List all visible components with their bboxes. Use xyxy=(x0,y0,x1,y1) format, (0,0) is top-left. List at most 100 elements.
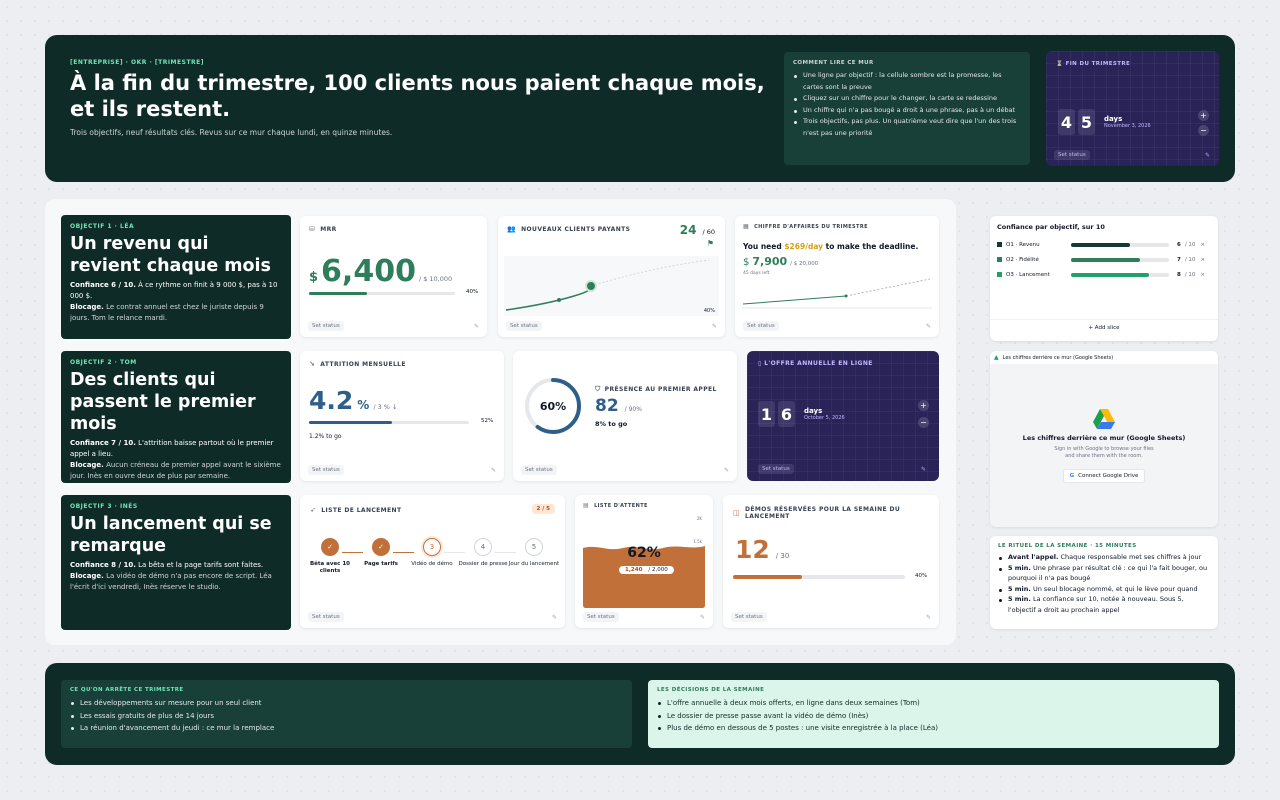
confidence-bar xyxy=(1071,257,1169,262)
countdown-plus-button[interactable]: + xyxy=(1198,110,1209,121)
set-status-button[interactable]: Set status xyxy=(758,464,794,474)
edit-icon[interactable]: ✎ xyxy=(474,323,479,330)
objective-card-3[interactable]: OBJECTIF 3 · INÈS Un lancement qui se re… xyxy=(61,495,291,630)
demos-label: DÉMOS RÉSERVÉES POUR LA SEMAINE DU LANCE… xyxy=(745,506,901,520)
set-status-button[interactable]: Set status xyxy=(731,612,767,622)
waitlist-value[interactable]: 1,240 xyxy=(625,567,642,573)
quarter-revenue-value[interactable]: 7,900 xyxy=(752,255,787,268)
set-status-button[interactable]: Set status xyxy=(521,465,557,475)
first-call-target: / 90% xyxy=(624,406,642,413)
edit-icon[interactable]: ✎ xyxy=(926,614,931,621)
rocket-icon: ➶ xyxy=(310,506,317,514)
ritual-item: 5 min. Un seul blocage nommé, et qui le … xyxy=(998,584,1210,595)
confidence-row[interactable]: O1 · Revenu 6 / 10 × xyxy=(997,237,1211,252)
howto-item: Cliquez sur un chiffre pour le changer, … xyxy=(793,93,1021,105)
deadline-message: You need $269/day to make the deadline. xyxy=(743,242,919,251)
confidence-row[interactable]: O3 · Lancement 8 / 10 × xyxy=(997,267,1211,282)
objective-confidence: Confiance 7 / 10. L'attrition baisse par… xyxy=(70,439,274,458)
set-status-button[interactable]: Set status xyxy=(743,321,779,331)
remove-icon[interactable]: × xyxy=(1200,257,1205,263)
first-call-value[interactable]: 82 xyxy=(595,396,619,416)
confidence-value[interactable]: 6 xyxy=(1177,242,1181,248)
set-status-button[interactable]: Set status xyxy=(308,321,344,331)
mrr-target: / $ 10,000 xyxy=(418,275,453,283)
mrr-percent: 40% xyxy=(466,289,479,295)
edit-icon[interactable]: ✎ xyxy=(1205,152,1210,159)
objective-card-2[interactable]: OBJECTIF 2 · TOM Des clients qui passent… xyxy=(61,351,291,483)
data-point xyxy=(557,298,561,302)
header-band: [ENTREPRISE] · OKR · [TRIMESTRE] À la fi… xyxy=(45,35,1235,182)
quarter-revenue-card: ▦ CHIFFRE D'AFFAIRES DU TRIMESTRE You nee… xyxy=(735,216,939,337)
edit-icon[interactable]: ✎ xyxy=(712,323,717,330)
set-status-button[interactable]: Set status xyxy=(1054,150,1090,160)
edit-icon[interactable]: ✎ xyxy=(921,466,926,473)
objective-confidence: Confiance 6 / 10. À ce rythme on finit à… xyxy=(70,281,278,300)
demos-percent: 40% xyxy=(915,573,928,579)
first-call-to-go: 8% to go xyxy=(595,420,628,428)
set-status-button[interactable]: Set status xyxy=(583,612,619,622)
add-slice-button[interactable]: + Add slice xyxy=(990,325,1218,331)
breadcrumb: [ENTREPRISE] · OKR · [TRIMESTRE] xyxy=(70,59,205,66)
confidence-max: / 10 xyxy=(1184,271,1196,278)
confidence-value[interactable]: 8 xyxy=(1177,272,1181,278)
attrition-value[interactable]: 4.2 xyxy=(309,386,353,415)
countdown-plus-button[interactable]: + xyxy=(918,400,929,411)
projection-line xyxy=(845,278,931,297)
objective-tag: OBJECTIF 2 · TOM xyxy=(70,359,137,366)
series-swatch xyxy=(997,242,1002,247)
launch-step[interactable]: 5 Jour du lancement xyxy=(504,538,564,568)
ritual-item: 5 min. La confiance sur 10, notée à nouv… xyxy=(998,594,1210,615)
objective-card-1[interactable]: OBJECTIF 1 · LÉA Un revenu qui revient c… xyxy=(61,215,291,339)
objective-tag: OBJECTIF 1 · LÉA xyxy=(70,223,135,230)
connect-google-drive-button[interactable]: G Connect Google Drive xyxy=(1063,469,1145,483)
current-point[interactable] xyxy=(585,280,597,292)
hourglass-icon: ⌛ xyxy=(1056,61,1064,67)
annual-offer-title: ▯ L'OFFRE ANNUELLE EN LIGNE xyxy=(758,360,873,367)
step-number: 5 xyxy=(525,538,543,556)
confidence-label: O3 · Lancement xyxy=(1006,271,1050,278)
set-status-button[interactable]: Set status xyxy=(308,612,344,622)
mrr-currency: $ xyxy=(309,270,319,285)
objective-blocker: Blocage. La vidéo de démo n'a pas encore… xyxy=(70,572,272,591)
mrr-value[interactable]: 6,400 xyxy=(321,254,416,289)
series-swatch xyxy=(997,257,1002,262)
demos-progress-bar xyxy=(733,575,905,579)
edit-icon[interactable]: ✎ xyxy=(491,467,496,474)
confidence-row[interactable]: O2 · Fidélité 7 / 10 × xyxy=(997,252,1211,267)
confidence-value[interactable]: 7 xyxy=(1177,257,1181,263)
confidence-bar xyxy=(1071,272,1169,277)
quarter-revenue-target: / $ 20,000 xyxy=(790,261,819,267)
countdown-digit[interactable]: 1 xyxy=(758,401,775,427)
video-icon: ◫ xyxy=(733,509,741,517)
countdown-minus-button[interactable]: − xyxy=(1198,125,1209,136)
countdown-digit[interactable]: 4 xyxy=(1058,109,1075,135)
set-status-button[interactable]: Set status xyxy=(308,465,344,475)
countdown-digit[interactable]: 6 xyxy=(778,401,795,427)
new-clients-target: / 60 xyxy=(702,228,715,236)
page-title: À la fin du trimestre, 100 clients nous … xyxy=(70,71,765,121)
edit-icon[interactable]: ✎ xyxy=(926,323,931,330)
remove-icon[interactable]: × xyxy=(1200,272,1205,278)
remove-icon[interactable]: × xyxy=(1200,242,1205,248)
confidence-label: O1 · Revenu xyxy=(1006,241,1040,248)
connect-button-label: Connect Google Drive xyxy=(1078,473,1139,479)
shield-check-icon: ⛉ xyxy=(595,385,601,393)
countdown-digit[interactable]: 5 xyxy=(1078,109,1095,135)
edit-icon[interactable]: ✎ xyxy=(552,614,557,621)
launch-progress-badge: 2 / 5 xyxy=(531,504,555,514)
actual-line xyxy=(742,295,847,305)
attrition-target: / 3 % ↓ xyxy=(373,403,398,411)
demos-value[interactable]: 12 xyxy=(735,535,770,564)
howto-item: Trois objectifs, pas plus. Un quatrième … xyxy=(793,116,1021,139)
edit-icon[interactable]: ✎ xyxy=(700,614,705,621)
set-status-button[interactable]: Set status xyxy=(506,321,542,331)
stop-item: Les développements sur mesure pour un se… xyxy=(70,697,623,710)
countdown-minus-button[interactable]: − xyxy=(918,417,929,428)
objective-title: Un revenu qui revient chaque mois xyxy=(70,234,271,276)
decision-item: Plus de démo en dessous de 5 postes : un… xyxy=(657,722,1210,735)
edit-icon[interactable]: ✎ xyxy=(724,467,729,474)
attrition-card: ↘ ATTRITION MENSUELLE 4.2 % / 3 % ↓ 52% 1… xyxy=(300,351,504,481)
stop-title: CE QU'ON ARRÊTE CE TRIMESTRE xyxy=(70,687,184,693)
confidence-bar xyxy=(1071,242,1169,247)
new-clients-value[interactable]: 24 xyxy=(680,223,697,237)
